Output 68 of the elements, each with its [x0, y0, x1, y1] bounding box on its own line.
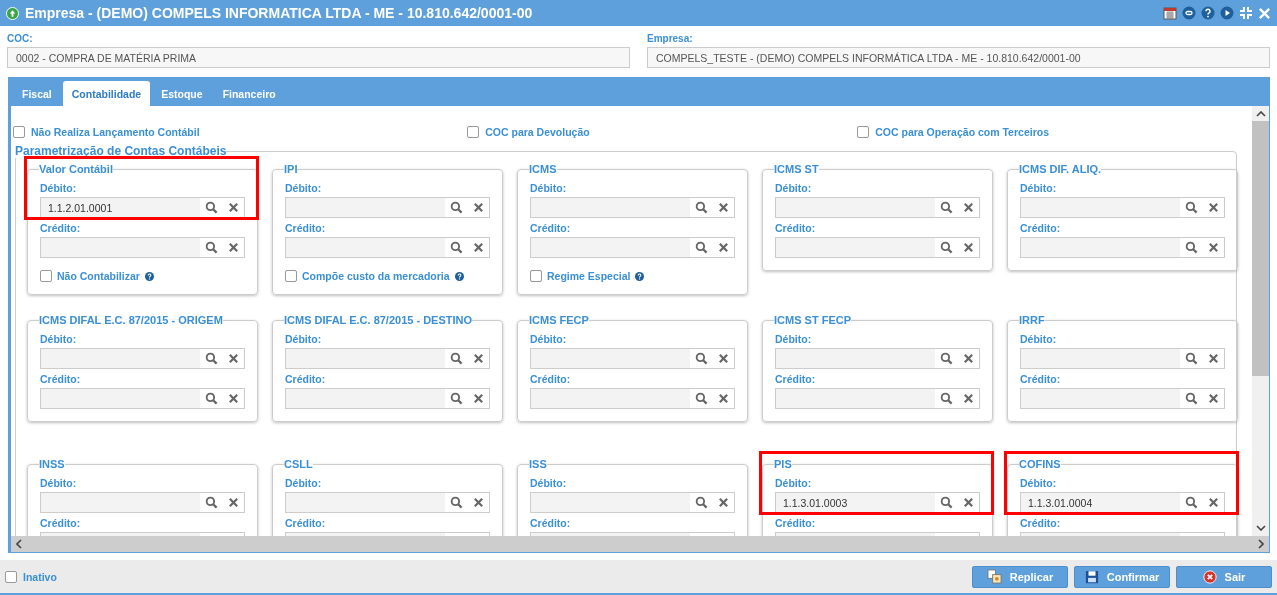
- field-label: Débito:: [40, 182, 78, 194]
- field-label: COC:: [7, 33, 34, 44]
- group-title: Parametrização de Contas Contábeis: [15, 144, 227, 158]
- field-label: Débito:: [285, 477, 323, 489]
- field-label: Crédito:: [1020, 517, 1062, 529]
- field-label: Débito:: [530, 333, 568, 345]
- checkbox-label: COC para Operação com Terceiros: [875, 125, 1049, 138]
- card-title: ISS: [529, 458, 547, 470]
- field-label: Débito:: [775, 477, 813, 489]
- field-label: Crédito:: [775, 373, 817, 385]
- card-title: INSS: [39, 458, 65, 470]
- card-title: PIS: [774, 458, 792, 470]
- confirm-button[interactable]: Confirmar: [1074, 565, 1170, 588]
- field-label: Débito:: [775, 333, 813, 345]
- card-title: ICMS DIFAL E.C. 87/2015 - DESTINO: [284, 314, 473, 326]
- field-label: Débito:: [1020, 182, 1058, 194]
- field-label: Crédito:: [1020, 373, 1062, 385]
- card-title: IRRF: [1019, 314, 1045, 326]
- field-label: Crédito:: [285, 222, 327, 234]
- account-field[interactable]: 1.1.3.01.0003: [775, 492, 980, 513]
- field-label: Débito:: [40, 477, 78, 489]
- tab[interactable]: Financeiro: [213, 81, 285, 106]
- field-label: Débito:: [40, 333, 78, 345]
- account-field[interactable]: 1.1.3.01.0004: [1020, 492, 1225, 513]
- readonly-field[interactable]: COMPELS_TESTE - (DEMO) COMPELS INFORMÁTICA LTDA - ME - 10.810.642/0001-00: [647, 47, 1270, 68]
- replicate-button[interactable]: Replicar: [972, 565, 1068, 588]
- field-label: Crédito:: [775, 222, 817, 234]
- checkbox-label: Compõe custo da mercadoria: [302, 270, 450, 282]
- field-label: Crédito:: [285, 517, 327, 529]
- field-label: Crédito:: [530, 517, 572, 529]
- field-label: Crédito:: [40, 373, 82, 385]
- readonly-field[interactable]: 0002 - COMPRA DE MATÉRIA PRIMA: [7, 47, 630, 68]
- window-title: Empresa - (DEMO) COMPELS INFORMATICA LTDA - ME - 10.810.642/0001-00: [25, 5, 533, 21]
- tab[interactable]: Estoque: [152, 81, 212, 106]
- field-label: Débito:: [775, 182, 813, 194]
- field-label: Crédito:: [285, 373, 327, 385]
- tab[interactable]: Contabilidade: [62, 81, 151, 106]
- card-title: CSLL: [284, 458, 313, 470]
- exit-button[interactable]: Sair: [1176, 565, 1272, 588]
- checkbox-label: COC para Devolução: [485, 125, 590, 138]
- field-label: Crédito:: [530, 222, 572, 234]
- card-title: ICMS DIF. ALIQ.: [1019, 163, 1102, 175]
- field-label: Débito:: [530, 477, 568, 489]
- card-title: ICMS: [529, 163, 557, 175]
- field-label: Crédito:: [40, 517, 82, 529]
- checkbox-label: Inativo: [23, 570, 57, 583]
- field-label: Débito:: [530, 182, 568, 194]
- card-title: ICMS DIFAL E.C. 87/2015 - ORIGEM: [39, 314, 223, 326]
- field-label: Débito:: [1020, 333, 1058, 345]
- field-label: Crédito:: [530, 373, 572, 385]
- account-field[interactable]: 1.1.2.01.0001: [40, 197, 245, 218]
- field-label: Crédito:: [1020, 222, 1062, 234]
- card-title: ICMS FECP: [529, 314, 589, 326]
- tab[interactable]: Fiscal: [13, 81, 61, 106]
- card-title: Valor Contábil: [39, 163, 113, 175]
- field-label: Crédito:: [775, 517, 817, 529]
- field-label: Débito:: [285, 182, 323, 194]
- field-label: Empresa:: [647, 33, 694, 44]
- checkbox-label: Não Realiza Lançamento Contábil: [31, 125, 200, 138]
- card-title: ICMS ST: [774, 163, 819, 175]
- field-label: Crédito:: [40, 222, 82, 234]
- card-title: ICMS ST FECP: [774, 314, 851, 326]
- card-title: COFINS: [1019, 458, 1061, 470]
- checkbox-label: Regime Especial: [547, 270, 631, 282]
- card-title: IPI: [284, 163, 298, 175]
- checkbox-label: Não Contabilizar: [57, 270, 140, 282]
- field-label: Débito:: [1020, 477, 1058, 489]
- field-label: Débito:: [285, 333, 323, 345]
